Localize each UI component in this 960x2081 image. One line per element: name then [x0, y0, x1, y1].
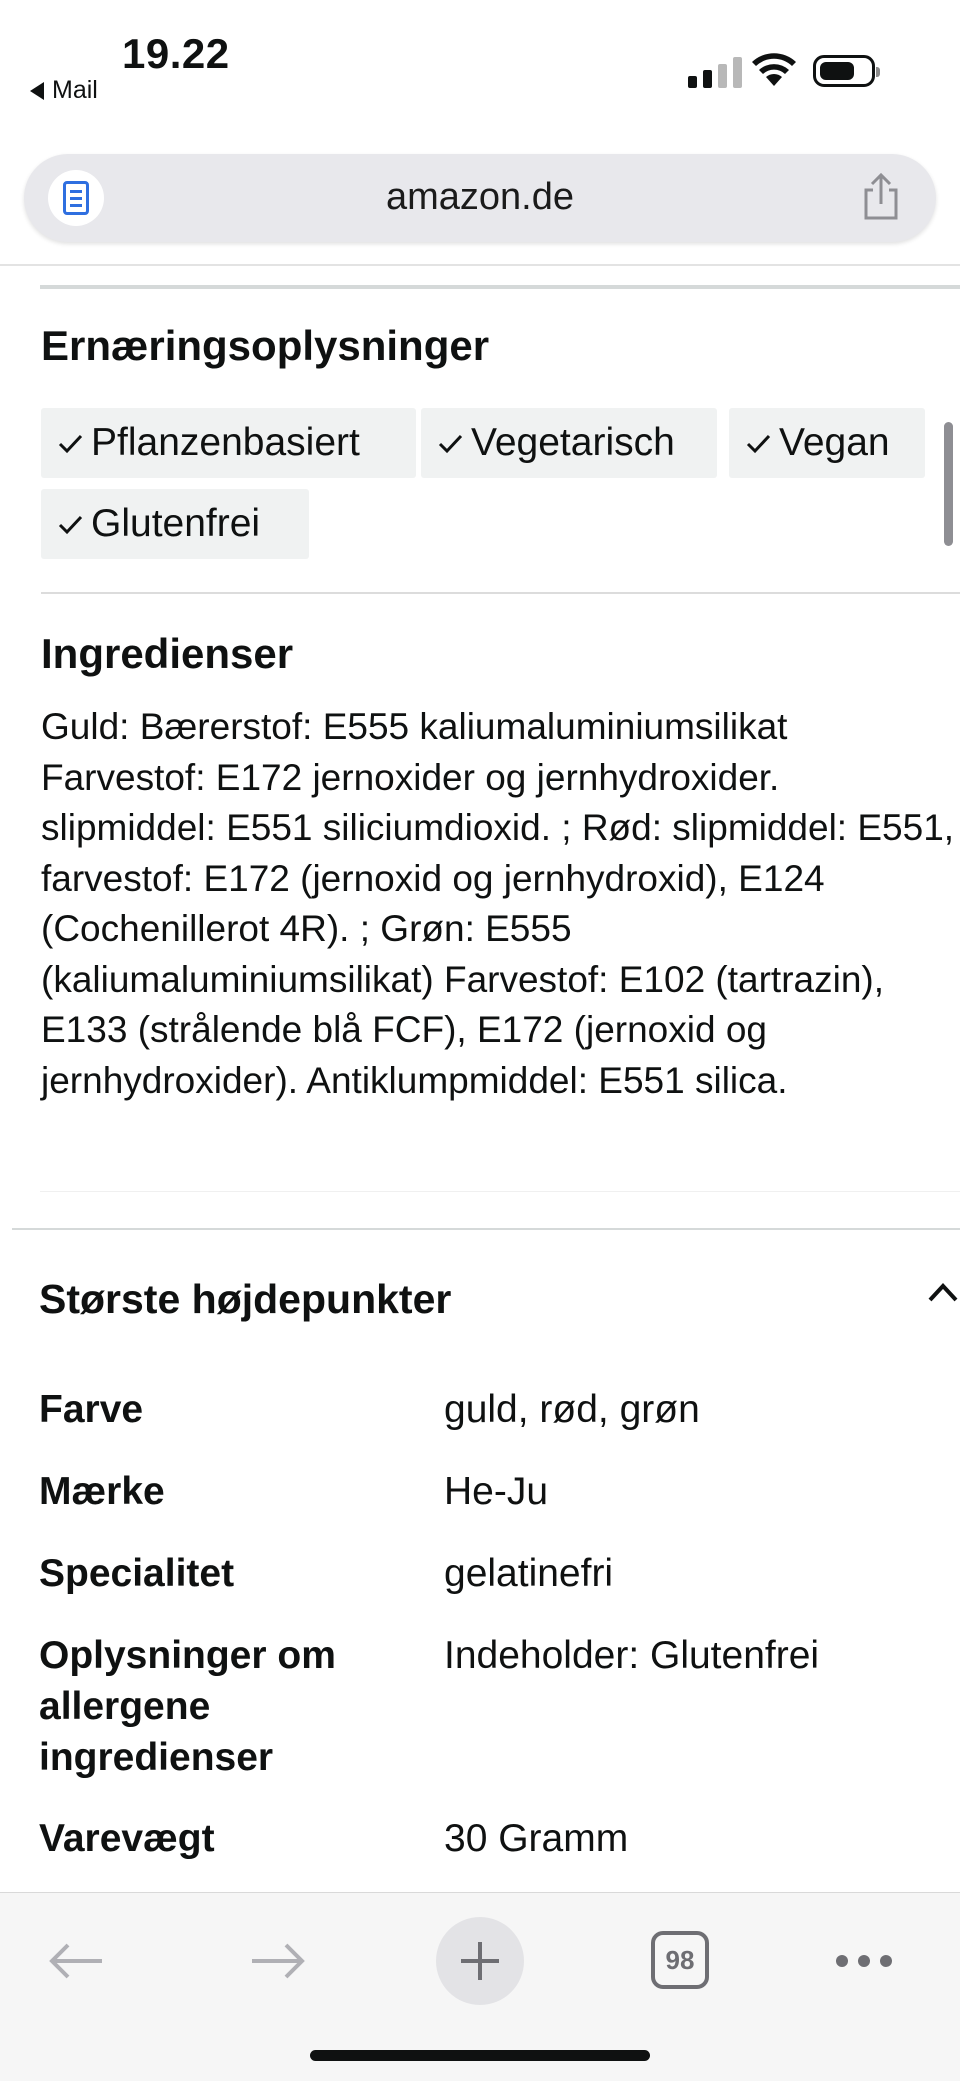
back-to-mail-button[interactable]: Mail [30, 76, 98, 105]
forward-button[interactable] [246, 1931, 310, 1991]
share-icon[interactable] [860, 172, 902, 222]
tag-vegan: Vegan [729, 408, 925, 478]
address-bar[interactable]: amazon.de [24, 154, 936, 242]
cellular-signal-icon [688, 56, 742, 88]
back-app-label: Mail [52, 76, 98, 104]
tag-pflanzenbasiert: Pflanzenbasiert [41, 408, 416, 478]
ingredients-text: Guld: Bærerstof: E555 kaliumaluminiumsil… [41, 706, 955, 1101]
tag-label: Glutenfrei [91, 502, 261, 545]
highlight-label-varevaegt: Varevægt [39, 1817, 215, 1860]
new-tab-button[interactable] [436, 1917, 524, 2005]
header-divider [0, 264, 960, 266]
tag-label: Vegan [779, 421, 890, 464]
highlights-divider [12, 1228, 960, 1230]
highlights-heading[interactable]: Største højdepunkter [39, 1276, 451, 1323]
highlight-label-farve: Farve [39, 1388, 144, 1431]
arrow-left-icon [49, 1943, 102, 1979]
battery-icon [813, 55, 880, 87]
section-top-divider [40, 285, 960, 289]
highlight-value-specialitet: gelatinefri [444, 1552, 614, 1595]
checkmark-icon [438, 434, 463, 454]
plus-icon [461, 1942, 499, 1980]
nutrition-heading: Ernæringsoplysninger [41, 322, 490, 369]
ingredients-heading: Ingredienser [41, 630, 294, 677]
tag-label: Vegetarisch [471, 421, 675, 464]
checkmark-icon [746, 434, 771, 454]
tag-label: Pflanzenbasiert [91, 421, 360, 464]
back-triangle-icon [30, 81, 44, 100]
home-indicator[interactable] [310, 2050, 650, 2061]
tabs-button[interactable]: 98 [651, 1931, 709, 1989]
highlight-value-farve: guld, rød, grøn [444, 1388, 700, 1431]
status-time: 19.22 [122, 30, 230, 77]
tag-vegetarisch: Vegetarisch [421, 408, 717, 478]
highlight-label-maerke: Mærke [39, 1470, 165, 1513]
more-dots-icon [836, 1955, 892, 1967]
status-bar: 19.22 Mail [0, 0, 960, 140]
highlight-label-specialitet: Specialitet [39, 1552, 235, 1595]
highlight-value-allergener: Indeholder: Glutenfrei [444, 1634, 820, 1677]
checkmark-icon [58, 515, 83, 535]
more-button[interactable] [832, 1941, 896, 1981]
chevron-up-icon[interactable] [926, 1280, 960, 1304]
arrow-right-icon [252, 1943, 305, 1979]
highlight-value-varevaegt: 30 Gramm [444, 1817, 629, 1860]
highlight-label-allergener: Oplysninger om allergene ingredienser [39, 1634, 336, 1779]
url-text[interactable]: amazon.de [24, 176, 936, 219]
wifi-icon [752, 53, 796, 86]
highlight-value-maerke: He-Ju [444, 1470, 549, 1513]
checkmark-icon [58, 434, 83, 454]
tag-glutenfrei: Glutenfrei [41, 489, 309, 559]
nutrition-divider [41, 592, 960, 594]
ingredients-bottom-line [40, 1191, 960, 1192]
scrollbar-thumb[interactable] [944, 422, 953, 546]
back-button[interactable] [44, 1931, 108, 1991]
